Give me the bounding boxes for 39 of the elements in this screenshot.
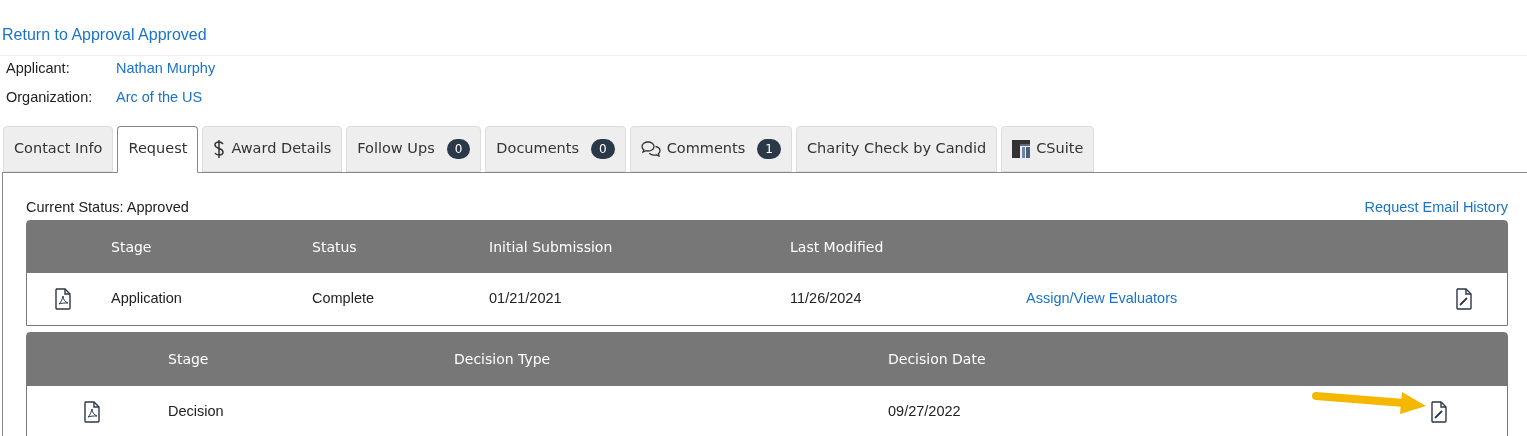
table-cell-text: 11/26/2024 xyxy=(790,289,863,309)
edit-file-icon[interactable] xyxy=(1455,288,1473,311)
column-header: Last Modified xyxy=(790,237,885,257)
count-badge: 0 xyxy=(591,138,615,159)
tab[interactable]: Charity Check by Candid xyxy=(795,125,998,172)
count-badge: 0 xyxy=(446,138,471,159)
comments-icon xyxy=(640,140,661,157)
tab[interactable]: Request xyxy=(117,125,199,173)
return-link[interactable]: Return to Approval Approved xyxy=(2,26,207,43)
column-header: Initial Submission xyxy=(489,237,614,257)
dollar-icon xyxy=(213,138,226,159)
tab[interactable]: Comments 1 xyxy=(629,125,792,172)
field-value-link[interactable]: Nathan Murphy xyxy=(116,58,216,80)
pdf-file-icon[interactable] xyxy=(54,288,72,311)
table-cell-text: 01/21/2021 xyxy=(489,289,563,309)
tab[interactable]: Award Details xyxy=(202,125,343,172)
tab[interactable]: CSuite xyxy=(1001,125,1095,172)
table-cell-text: 09/27/2022 xyxy=(888,402,962,422)
column-header: Decision Date xyxy=(888,350,987,370)
table-cell-text: Application xyxy=(111,289,183,309)
column-header: Status xyxy=(312,237,358,257)
field-value-link[interactable]: Arc of the US xyxy=(116,86,203,109)
field-label: Organization: xyxy=(6,87,94,107)
pdf-file-icon[interactable] xyxy=(83,401,101,424)
field-label: Applicant: xyxy=(6,59,71,78)
table-cell-text: Complete xyxy=(312,289,376,309)
column-header: Decision Type xyxy=(454,350,552,370)
column-header: Stage xyxy=(168,350,210,370)
count-badge: 1 xyxy=(757,138,781,159)
evaluators-link[interactable]: Assign/View Evaluators xyxy=(1026,288,1178,311)
csuite-logo-icon xyxy=(1012,139,1031,158)
table-cell-text: Decision xyxy=(168,402,225,422)
current-status: Current Status: Approved xyxy=(26,197,189,217)
tab[interactable]: Follow Ups 0 xyxy=(346,125,482,172)
email-history-link[interactable]: Request Email History xyxy=(1364,196,1508,219)
edit-file-icon[interactable] xyxy=(1430,401,1448,424)
tab[interactable]: Documents 0 xyxy=(485,125,626,172)
column-header: Stage xyxy=(111,237,153,257)
tab[interactable]: Contact Info xyxy=(3,125,114,172)
